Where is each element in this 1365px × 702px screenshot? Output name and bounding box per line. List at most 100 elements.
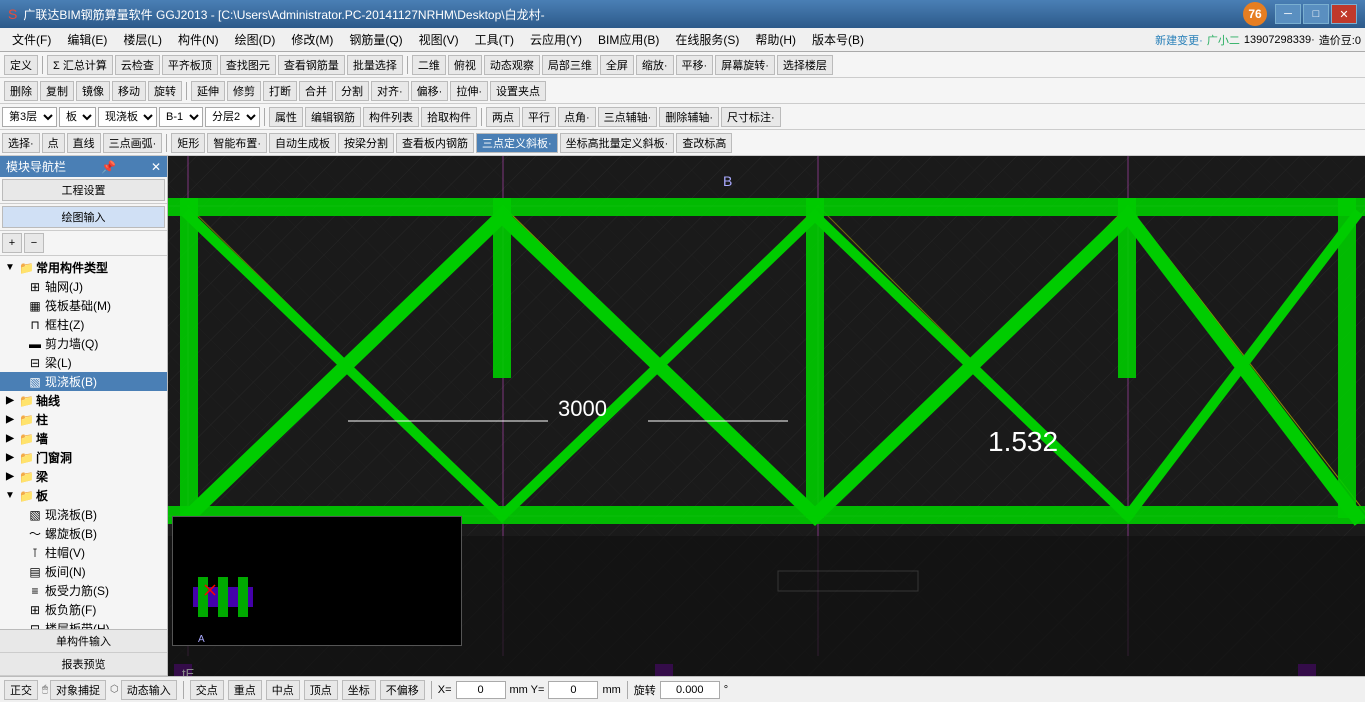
btn-view-height[interactable]: 查改标高 [676,133,732,153]
btn-edit-rebar[interactable]: 编辑钢筋 [305,107,361,127]
drawing-input-btn[interactable]: 绘图输入 [2,206,165,228]
tree-banjian[interactable]: ▤ 板间(N) [0,562,167,581]
tree-ban[interactable]: ▼ 📁 板 [0,486,167,505]
btn-local-3d[interactable]: 局部三维 [542,55,598,75]
y-input[interactable] [548,681,598,699]
btn-top-view[interactable]: 俯视 [448,55,482,75]
tree-loudai[interactable]: ⊟ 楼层板带(H) [0,619,167,629]
name-select[interactable]: B-1 [159,107,203,127]
btn-clamp[interactable]: 设置夹点 [490,81,546,101]
minimize-button[interactable]: ─ [1275,4,1301,24]
btn-stretch[interactable]: 拉伸· [450,81,488,101]
status-center[interactable]: 中点 [266,680,300,700]
btn-auto-slab[interactable]: 自动生成板 [269,133,336,153]
btn-rotate[interactable]: 旋转 [148,81,182,101]
btn-select[interactable]: 选择· [2,133,40,153]
btn-screen-rotate[interactable]: 屏幕旋转· [715,55,775,75]
assistant-btn[interactable]: 广小二 [1207,32,1240,48]
btn-point[interactable]: 点 [42,133,65,153]
tree-doorwindow[interactable]: ▶ 📁 门窗洞 [0,448,167,467]
btn-find[interactable]: 查找图元 [220,55,276,75]
status-ortho[interactable]: 正交 [4,680,38,700]
tree-frame-col[interactable]: ⊓ 框柱(Z) [0,315,167,334]
status-snap[interactable]: 对象捕捉 [50,680,106,700]
btn-del-axis[interactable]: 删除辅轴· [659,107,719,127]
tree-cast-slab[interactable]: ▧ 现浇板(B) [0,372,167,391]
subtype-select[interactable]: 现浇板 [98,107,157,127]
sidebar-close-icon[interactable]: ✕ [151,160,161,174]
status-coord[interactable]: 坐标 [342,680,376,700]
menu-edit[interactable]: 编辑(E) [59,29,115,50]
btn-move[interactable]: 移动 [112,81,146,101]
btn-split-by-beam[interactable]: 按梁分割 [338,133,394,153]
tree-colcap[interactable]: ⊺ 柱帽(V) [0,543,167,562]
btn-smart-layout[interactable]: 智能布置· [207,133,267,153]
tree-wall[interactable]: ▶ 📁 墙 [0,429,167,448]
tree-raft[interactable]: ▦ 筏板基础(M) [0,296,167,315]
engineering-setup-btn[interactable]: 工程设置 [2,179,165,201]
btn-dim[interactable]: 尺寸标注· [721,107,781,127]
tree-banshoulij[interactable]: ≡ 板受力筋(S) [0,581,167,600]
btn-define[interactable]: 定义 [4,55,38,75]
btn-delete[interactable]: 删除 [4,81,38,101]
menu-cloud[interactable]: 云应用(Y) [522,29,590,50]
report-preview-btn[interactable]: 报表预览 [0,653,167,676]
menu-help[interactable]: 帮助(H) [747,29,804,50]
tree-axisnet[interactable]: ⊞ 轴网(J) [0,277,167,296]
btn-2d[interactable]: 二维 [412,55,446,75]
btn-two-point[interactable]: 两点 [486,107,520,127]
rotate-input[interactable] [660,681,720,699]
btn-three-point-axis[interactable]: 三点辅轴· [598,107,658,127]
btn-view-rebar[interactable]: 查看钢筋量 [278,55,345,75]
tree-col[interactable]: ▶ 📁 柱 [0,410,167,429]
btn-trim[interactable]: 修剪 [227,81,261,101]
btn-line[interactable]: 直线 [67,133,101,153]
btn-fullscreen[interactable]: 全屏 [600,55,634,75]
btn-calc[interactable]: Σ 汇总计算 [47,55,113,75]
menu-view[interactable]: 视图(V) [411,29,467,50]
maximize-button[interactable]: □ [1303,4,1329,24]
menu-online[interactable]: 在线服务(S) [667,29,747,50]
btn-batch-select[interactable]: 批量选择 [347,55,403,75]
btn-view-slab-rebar[interactable]: 查看板内钢筋 [396,133,474,153]
menu-floor[interactable]: 楼层(L) [115,29,170,50]
btn-floor-align[interactable]: 平齐板顶 [162,55,218,75]
btn-dynamic-view[interactable]: 动态观察 [484,55,540,75]
status-midpoint[interactable]: 重点 [228,680,262,700]
sidebar-add-btn[interactable]: + [2,233,22,253]
btn-comp-list[interactable]: 构件列表 [363,107,419,127]
single-comp-input-btn[interactable]: 单构件输入 [0,630,167,653]
menu-file[interactable]: 文件(F) [4,29,59,50]
btn-merge[interactable]: 合并 [299,81,333,101]
tree-spiral[interactable]: 〜 螺旋板(B) [0,524,167,543]
btn-rect[interactable]: 矩形 [171,133,205,153]
btn-arc[interactable]: 三点画弧· [103,133,163,153]
tree-banfj[interactable]: ⊞ 板负筋(F) [0,600,167,619]
btn-batch-inclined[interactable]: 坐标高批量定义斜板· [560,133,675,153]
type-select[interactable]: 板 [59,107,96,127]
tree-xianjiao[interactable]: ▧ 现浇板(B) [0,505,167,524]
btn-parallel[interactable]: 平行 [522,107,556,127]
btn-break[interactable]: 打断 [263,81,297,101]
btn-select-floor[interactable]: 选择楼层 [777,55,833,75]
layer-select[interactable]: 第3层 [2,107,57,127]
menu-version[interactable]: 版本号(B) [804,29,872,50]
status-dynamic[interactable]: 动态输入 [121,680,177,700]
tree-beam[interactable]: ⊟ 梁(L) [0,353,167,372]
menu-tools[interactable]: 工具(T) [467,29,522,50]
tree-shear-wall[interactable]: ▬ 剪力墙(Q) [0,334,167,353]
btn-copy[interactable]: 复制 [40,81,74,101]
btn-point-angle[interactable]: 点角· [558,107,596,127]
sidebar-minus-btn[interactable]: − [24,233,44,253]
btn-pick-comp[interactable]: 拾取构件 [421,107,477,127]
section-select[interactable]: 分层2 [205,107,260,127]
btn-mirror[interactable]: 镜像 [76,81,110,101]
new-change-btn[interactable]: 新建变更· [1155,32,1203,48]
tree-liang[interactable]: ▶ 📁 梁 [0,467,167,486]
menu-modify[interactable]: 修改(M) [283,29,341,50]
close-button[interactable]: ✕ [1331,4,1357,24]
menu-bim[interactable]: BIM应用(B) [590,29,667,50]
btn-pan[interactable]: 平移· [676,55,714,75]
status-no-offset[interactable]: 不偏移 [380,680,425,700]
x-input[interactable] [456,681,506,699]
